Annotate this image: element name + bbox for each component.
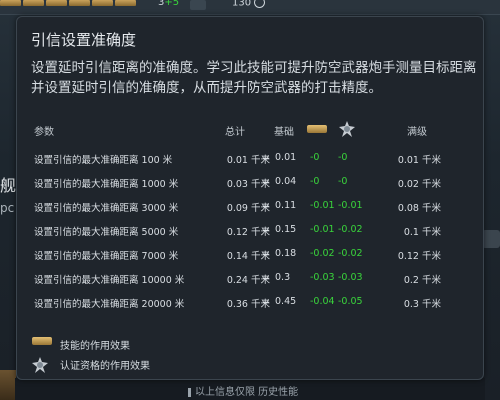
skill-effect-value: -0.03 [310,272,335,283]
full-level-value: 0.12 千米 [397,251,441,262]
points-counter: 3+5 [158,0,179,8]
table-row: 设置引信的最大准确距离 3000 米 0.09 千米 = 0.11 -0.01 … [17,197,483,215]
base-value: 0.15 [275,224,297,235]
param-name: 设置引信的最大准确距离 7000 米 [34,251,179,262]
cert-effect-value: -0 [338,152,348,163]
cert-effect-value: -0 [338,176,348,187]
base-value: 0.01 [275,152,297,163]
full-level-value: 0.3 千米 [403,299,441,310]
skill-effect-value: -0.02 [310,248,335,259]
background-side-text: 舰 pc [0,175,16,219]
table-row: 设置引信的最大准确距离 10000 米 0.24 千米 = 0.3 -0.03 … [17,269,483,287]
side-subtitle: pc [0,201,15,215]
param-name: 设置引信的最大准确距离 5000 米 [34,227,179,238]
points-bonus: +5 [164,0,180,8]
skill-effect-header-icon [307,125,327,136]
side-title-char: 舰 [0,176,17,195]
base-value: 0.45 [275,296,297,307]
header-base: 基础 [274,127,294,138]
certification-icon [32,357,48,373]
legend-cert: 认证资格的作用效果 [32,357,150,376]
equals-sign: = [262,296,270,307]
full-level-value: 0.08 千米 [397,203,441,214]
crew-avatar[interactable] [0,370,16,400]
skill-effect-value: -0.01 [310,224,335,235]
cert-effect-value: -0.05 [338,296,363,307]
equals-sign: = [262,248,270,259]
skill-slot[interactable] [92,0,113,6]
equals-sign: = [262,152,270,163]
legend-skill: 技能的作用效果 [32,337,130,352]
currency-icon [254,0,266,8]
cert-effect-value: -0.01 [338,200,363,211]
skill-tooltip: 引信设置准确度 设置延时引信距离的准确度。学习此技能可提升防空武器炮手测量目标距… [16,16,484,380]
param-name: 设置引信的最大准确距离 3000 米 [34,203,179,214]
base-value: 0.11 [275,200,297,211]
info-icon [188,387,191,397]
header-full: 满级 [407,127,427,138]
skill-effect-value: -0 [310,176,320,187]
param-name: 设置引信的最大准确距离 10000 米 [34,275,185,286]
skill-effect-value: -0.01 [310,200,335,211]
skill-effect-value: -0 [310,152,320,163]
skill-slot[interactable] [23,0,44,6]
param-name: 设置引信的最大准确距离 1000 米 [34,179,179,190]
cert-effect-value: -0.02 [338,224,363,235]
cert-effect-value: -0.03 [338,272,363,283]
table-row: 设置引信的最大准确距离 7000 米 0.14 千米 = 0.18 -0.02 … [17,245,483,263]
footer-note: 以上信息仅限 历史性能 [188,383,298,398]
table-row: 设置引信的最大准确距离 1000 米 0.03 千米 = 0.04 -0 -0 … [17,173,483,191]
param-name: 设置引信的最大准确距离 100 米 [34,155,173,166]
base-value: 0.3 [275,272,291,283]
top-bar: 3+5 130 [0,0,500,15]
full-level-value: 0.1 千米 [403,227,441,238]
currency-value: 130 [232,0,252,9]
equals-sign: = [262,224,270,235]
base-value: 0.18 [275,248,297,259]
skill-effect-value: -0.04 [310,296,335,307]
tooltip-title: 引信设置准确度 [31,31,137,49]
full-level-value: 0.01 千米 [397,155,441,166]
table-row: 设置引信的最大准确距离 100 米 0.01 千米 = 0.01 -0 -0 0… [17,149,483,167]
currency-counter: 130 [232,0,266,9]
footer-text: 以上信息仅限 历史性能 [195,387,299,398]
tooltip-description: 设置延时引信距离的准确度。学习此技能可提升防空武器炮手测量目标距离并设置延时引信… [31,60,477,96]
skill-slot[interactable] [69,0,90,6]
cert-effect-value: -0.02 [338,248,363,259]
legend-skill-label: 技能的作用效果 [60,341,130,352]
full-level-value: 0.02 千米 [397,179,441,190]
side-panel-handle[interactable] [482,230,500,248]
header-total: 总计 [225,127,245,138]
base-value: 0.04 [275,176,297,187]
equals-sign: = [262,176,270,187]
skill-slot[interactable] [0,0,21,6]
skill-slot[interactable] [115,0,136,6]
skill-slot[interactable] [46,0,67,6]
skill-effect-icon [32,337,52,345]
dropdown-button[interactable] [190,0,206,10]
full-level-value: 0.2 千米 [403,275,441,286]
equals-sign: = [262,200,270,211]
equals-sign: = [262,272,270,283]
header-param: 参数 [34,127,54,138]
param-name: 设置引信的最大准确距离 20000 米 [34,299,185,310]
legend-cert-label: 认证资格的作用效果 [60,361,150,372]
table-row: 设置引信的最大准确距离 20000 米 0.36 千米 = 0.45 -0.04… [17,293,483,311]
certification-header-icon [339,121,355,140]
table-row: 设置引信的最大准确距离 5000 米 0.12 千米 = 0.15 -0.01 … [17,221,483,239]
